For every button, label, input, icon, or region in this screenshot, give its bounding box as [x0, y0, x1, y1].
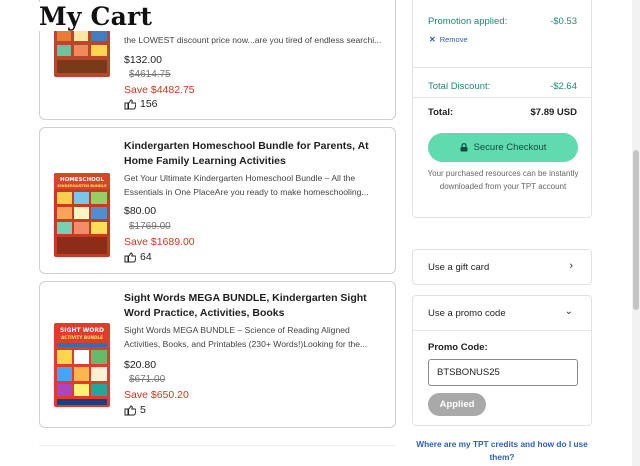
remove-label: Remove	[439, 35, 468, 44]
promotion-value: -$0.53	[550, 16, 577, 27]
order-summary: Promotion applied: -$0.53 ✕ Remove Total…	[412, 0, 592, 218]
product-description: Sight Words MEGA BUNDLE – Science of Rea…	[124, 325, 368, 349]
product-savings: Save $1689.00	[124, 236, 195, 248]
applied-button[interactable]: Applied	[428, 393, 486, 416]
chevron-down-icon: ⌄	[564, 306, 573, 317]
total-discount-label: Total Discount:	[428, 81, 491, 92]
close-icon: ✕	[429, 35, 436, 44]
hand-rating-icon	[124, 251, 136, 262]
svg-text:HOMESCHOOL: HOMESCHOOL	[60, 177, 104, 183]
total-value: $7.89 USD	[530, 107, 577, 118]
product-description: Get Your Ultimate Kindergarten Homeschoo…	[124, 173, 369, 197]
product-savings: Save $650.20	[124, 389, 189, 401]
product-rating: 5	[124, 404, 146, 416]
product-price: $80.00	[124, 205, 157, 217]
product-description: the LOWEST discount price now...are you …	[124, 35, 382, 45]
svg-text:SIGHT WORD: SIGHT WORD	[60, 327, 104, 334]
divider	[413, 330, 591, 331]
rating-count: 64	[140, 251, 152, 263]
page-title: My Cart	[39, 2, 159, 31]
total-label: Total:	[428, 107, 454, 118]
divider	[39, 445, 396, 446]
product-title[interactable]: Sight Words MEGA BUNDLE, Kindergarten Si…	[124, 291, 386, 321]
product-price: $20.80	[124, 359, 157, 371]
checkout-label: Secure Checkout	[473, 142, 547, 153]
remove-promotion-link[interactable]: ✕ Remove	[429, 35, 468, 44]
product-original-price: $4614.75	[129, 69, 171, 80]
promo-code-input[interactable]	[428, 359, 578, 386]
rating-count: 5	[140, 404, 146, 416]
lock-icon	[460, 143, 468, 152]
gift-card-toggle[interactable]: Use a gift card ›	[412, 249, 592, 285]
product-price: $132.00	[124, 54, 162, 66]
promotion-label: Promotion applied:	[428, 16, 508, 27]
hand-rating-icon	[124, 404, 136, 415]
product-rating: 64	[124, 251, 152, 263]
product-thumbnail[interactable]: HOMESCHOOL KINDERGARTEN BUNDLE	[54, 173, 110, 257]
svg-text:ACTIVITY BUNDLE: ACTIVITY BUNDLE	[61, 335, 103, 340]
credits-help-link[interactable]: Where are my TPT credits and how do I us…	[412, 438, 592, 464]
gift-card-label: Use a gift card	[428, 262, 490, 273]
promo-code-panel: Use a promo code ⌄ Promo Code: Applied	[412, 295, 592, 426]
divider	[413, 67, 591, 68]
product-original-price: $1769.00	[129, 221, 171, 232]
product-thumbnail[interactable]: SIGHT WORD ACTIVITY BUNDLE	[54, 323, 110, 407]
product-savings: Save $4482.75	[124, 84, 195, 96]
chevron-right-icon: ›	[569, 260, 573, 272]
scrollbar-thumb[interactable]	[633, 150, 639, 310]
scrollbar[interactable]	[632, 0, 640, 466]
promo-code-toggle[interactable]: Use a promo code ⌄	[413, 296, 591, 330]
rating-count: 156	[140, 98, 158, 110]
divider	[413, 97, 591, 98]
promo-header-label: Use a promo code	[428, 308, 506, 319]
download-note: Your purchased resources can be instantl…	[427, 169, 579, 191]
product-original-price: $671.00	[129, 374, 166, 385]
product-rating: 156	[124, 98, 158, 110]
product-title[interactable]: Kindergarten Homeschool Bundle for Paren…	[124, 139, 386, 169]
secure-checkout-button[interactable]: Secure Checkout	[428, 133, 578, 162]
cart-item: HOMESCHOOL KINDERGARTEN BUNDLE Kindergar…	[39, 127, 396, 274]
total-discount-value: -$2.64	[550, 81, 577, 92]
hand-rating-icon	[124, 98, 136, 109]
svg-text:KINDERGARTEN BUNDLE: KINDERGARTEN BUNDLE	[57, 184, 107, 188]
cart-item: SIGHT WORD ACTIVITY BUNDLE Sight Words M…	[39, 281, 396, 428]
promo-field-label: Promo Code:	[428, 342, 488, 353]
